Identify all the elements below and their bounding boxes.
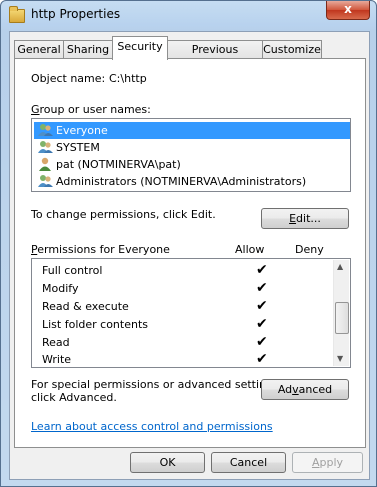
user-name: pat (NOTMINERVA\pat) bbox=[56, 158, 181, 171]
allow-check-icon: ✔ bbox=[256, 351, 268, 367]
apply-button[interactable]: Apply bbox=[292, 452, 363, 473]
group-icon bbox=[38, 175, 53, 187]
edit-button[interactable]: Edit... bbox=[261, 208, 349, 229]
permission-name: Modify bbox=[42, 282, 79, 295]
cancel-button[interactable]: Cancel bbox=[211, 452, 286, 473]
user-item-pat[interactable]: pat (NOTMINERVA\pat) bbox=[34, 156, 350, 173]
group-icon bbox=[38, 141, 53, 153]
user-item-everyone[interactable]: Everyone bbox=[34, 122, 350, 139]
user-list[interactable]: Everyone SYSTEM pat (NOTMINERVA\pat) Adm… bbox=[31, 118, 351, 192]
permissions-list: Full control ✔ Modify ✔ Read & execute ✔… bbox=[31, 258, 351, 368]
permissions-label: Permissions for Everyone bbox=[31, 243, 170, 256]
scroll-thumb[interactable] bbox=[335, 302, 349, 334]
deny-header: Deny bbox=[295, 243, 324, 256]
tab-sharing[interactable]: Sharing bbox=[63, 40, 113, 59]
allow-check-icon: ✔ bbox=[256, 280, 268, 296]
window-title: http Properties bbox=[31, 7, 121, 21]
object-name-label: Object name: bbox=[31, 72, 106, 85]
security-panel: Object name: C:\http Group or user names… bbox=[14, 58, 366, 448]
allow-check-icon: ✔ bbox=[256, 316, 268, 332]
special-permissions-text-2: click Advanced. bbox=[31, 391, 117, 404]
permission-row: List folder contents ✔ bbox=[42, 316, 342, 334]
folder-icon bbox=[9, 6, 25, 23]
permission-row: Modify ✔ bbox=[42, 280, 342, 298]
permission-row: Write ✔ bbox=[42, 351, 342, 369]
group-icon bbox=[38, 124, 53, 136]
permissions-scrollbar[interactable]: ▲ ▼ bbox=[333, 260, 349, 366]
group-names-label: Group or user names: bbox=[31, 103, 151, 116]
object-name-value: C:\http bbox=[109, 72, 147, 85]
special-permissions-text-1: For special permissions or advanced sett… bbox=[31, 378, 283, 391]
permission-row: Full control ✔ bbox=[42, 262, 342, 280]
permission-name: Write bbox=[42, 353, 72, 366]
tab-customize[interactable]: Customize bbox=[262, 40, 322, 59]
permission-name: List folder contents bbox=[42, 318, 148, 331]
permission-row: Read ✔ bbox=[42, 334, 342, 352]
advanced-button[interactable]: Advanced bbox=[261, 379, 349, 400]
dialog-client: General Sharing Security Previous Versio… bbox=[9, 31, 370, 480]
user-item-system[interactable]: SYSTEM bbox=[34, 139, 350, 156]
change-permissions-text: To change permissions, click Edit. bbox=[31, 208, 216, 221]
allow-check-icon: ✔ bbox=[256, 262, 268, 278]
properties-window: http Properties x General Sharing Securi… bbox=[0, 0, 377, 487]
tab-general[interactable]: General bbox=[14, 40, 64, 59]
permission-row: Read & execute ✔ bbox=[42, 298, 342, 316]
close-button[interactable]: x bbox=[326, 1, 370, 20]
permission-name: Full control bbox=[42, 264, 103, 277]
scroll-down-icon[interactable]: ▼ bbox=[337, 354, 343, 363]
learn-more-link[interactable]: Learn about access control and permissio… bbox=[31, 420, 273, 433]
user-icon bbox=[39, 157, 51, 171]
permission-name: Read bbox=[42, 336, 70, 349]
user-name: Administrators (NOTMINERVA\Administrator… bbox=[56, 175, 307, 188]
tab-previous-versions[interactable]: Previous Versions bbox=[167, 40, 263, 74]
allow-check-icon: ✔ bbox=[256, 298, 268, 314]
scroll-up-icon[interactable]: ▲ bbox=[337, 262, 343, 271]
user-name: Everyone bbox=[56, 124, 108, 137]
tab-security[interactable]: Security bbox=[112, 36, 168, 60]
allow-header: Allow bbox=[235, 243, 265, 256]
permission-name: Read & execute bbox=[42, 300, 129, 313]
ok-button[interactable]: OK bbox=[130, 452, 205, 473]
user-item-administrators[interactable]: Administrators (NOTMINERVA\Administrator… bbox=[34, 173, 350, 190]
user-name: SYSTEM bbox=[56, 141, 100, 154]
allow-check-icon: ✔ bbox=[256, 334, 268, 350]
